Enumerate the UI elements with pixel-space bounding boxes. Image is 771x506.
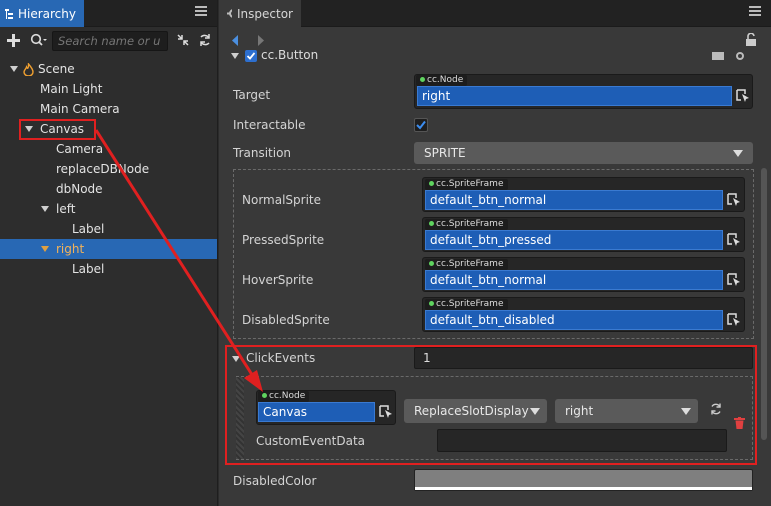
hover-sprite-label: HoverSprite bbox=[242, 273, 314, 287]
tree-item-label: left bbox=[56, 202, 76, 216]
tree-item-label-right[interactable]: Label bbox=[0, 259, 217, 279]
pressed-sprite-field[interactable]: default_btn_pressed bbox=[425, 230, 723, 250]
type-tag-text: cc.SpriteFrame bbox=[436, 259, 504, 269]
add-icon[interactable] bbox=[7, 34, 20, 47]
target-label: Target bbox=[233, 88, 271, 102]
hierarchy-panel: Hierarchy Scene Main Light Main Camera C… bbox=[0, 0, 218, 506]
tree-item-label: Main Light bbox=[40, 82, 103, 96]
tree-item-main-camera[interactable]: Main Camera bbox=[0, 99, 217, 119]
alpha-bar bbox=[415, 487, 752, 490]
expand-arrow-icon[interactable] bbox=[10, 66, 18, 72]
chevron-down-icon bbox=[733, 150, 743, 157]
refresh-icon[interactable] bbox=[198, 33, 212, 47]
forward-arrow-icon[interactable] bbox=[257, 35, 265, 46]
tree-item-label: Label bbox=[72, 222, 105, 236]
target-field[interactable]: right bbox=[417, 86, 732, 106]
tab-hierarchy-label: Hierarchy bbox=[17, 6, 76, 21]
tab-inspector[interactable]: Inspector bbox=[219, 0, 301, 27]
tree-item-camera[interactable]: Camera bbox=[0, 139, 217, 159]
pick-node-icon[interactable] bbox=[735, 88, 751, 104]
hierarchy-icon bbox=[5, 8, 13, 19]
hierarchy-header: Hierarchy bbox=[0, 0, 217, 27]
tab-inspector-label: Inspector bbox=[237, 6, 293, 21]
type-tag-text: cc.SpriteFrame bbox=[436, 179, 504, 189]
check-icon bbox=[246, 52, 256, 60]
tree-item-label: Scene bbox=[38, 62, 75, 76]
pick-asset-icon[interactable] bbox=[726, 312, 742, 328]
normal-sprite-field[interactable]: default_btn_normal bbox=[425, 190, 723, 210]
tree-item-scene[interactable]: Scene bbox=[0, 59, 217, 79]
tree-item-label: Label bbox=[72, 262, 105, 276]
component-doc-icon[interactable] bbox=[712, 51, 724, 61]
tree-item-main-light[interactable]: Main Light bbox=[0, 79, 217, 99]
hover-sprite-field[interactable]: default_btn_normal bbox=[425, 270, 723, 290]
search-input-wrap bbox=[52, 31, 168, 51]
click-events-highlight-box bbox=[225, 345, 757, 465]
type-tag: cc.SpriteFrame bbox=[425, 299, 508, 310]
interactable-checkbox[interactable] bbox=[414, 118, 428, 132]
component-name: cc.Button bbox=[261, 48, 319, 62]
component-enabled-checkbox[interactable] bbox=[245, 50, 257, 62]
scene-flame-icon bbox=[23, 62, 34, 76]
tab-hierarchy[interactable]: Hierarchy bbox=[0, 0, 84, 27]
expand-arrow-icon[interactable] bbox=[41, 246, 49, 252]
tree-item-dbnode[interactable]: dbNode bbox=[0, 179, 217, 199]
tree-item-right[interactable]: right bbox=[0, 239, 217, 259]
component-header: cc.Button bbox=[219, 48, 759, 64]
type-tag: cc.SpriteFrame bbox=[425, 219, 508, 230]
tree-item-label: right bbox=[56, 242, 85, 256]
node-dot-icon bbox=[420, 77, 425, 82]
interactable-label: Interactable bbox=[233, 118, 306, 132]
transition-select[interactable]: SPRITE bbox=[414, 142, 753, 164]
check-icon bbox=[416, 120, 426, 130]
hierarchy-toolbar bbox=[0, 28, 217, 54]
type-tag: cc.SpriteFrame bbox=[425, 259, 508, 270]
tree-item-label-left[interactable]: Label bbox=[0, 219, 217, 239]
search-filter-icon[interactable] bbox=[30, 33, 48, 47]
back-arrow-icon[interactable] bbox=[231, 35, 239, 46]
pick-asset-icon[interactable] bbox=[726, 192, 742, 208]
tree-item-label: replaceDBNode bbox=[56, 162, 150, 176]
expand-arrow-icon[interactable] bbox=[41, 206, 49, 212]
tree-item-label: Main Camera bbox=[40, 102, 120, 116]
expand-arrow-icon[interactable] bbox=[231, 53, 239, 59]
tree-item-left[interactable]: left bbox=[0, 199, 217, 219]
pick-asset-icon[interactable] bbox=[726, 232, 742, 248]
disabled-color-swatch[interactable] bbox=[414, 469, 753, 491]
pressed-sprite-label: PressedSprite bbox=[242, 233, 325, 247]
tree-item-replacedbnode[interactable]: replaceDBNode bbox=[0, 159, 217, 179]
lock-icon[interactable] bbox=[745, 33, 758, 46]
hierarchy-menu-icon[interactable] bbox=[195, 6, 207, 16]
disabled-sprite-label: DisabledSprite bbox=[242, 313, 330, 327]
disabled-sprite-field[interactable]: default_btn_disabled bbox=[425, 310, 723, 330]
normal-sprite-label: NormalSprite bbox=[242, 193, 322, 207]
transition-select-value: SPRITE bbox=[424, 146, 466, 160]
component-settings-icon[interactable] bbox=[734, 50, 746, 62]
type-tag-text: cc.SpriteFrame bbox=[436, 219, 504, 229]
asset-dot-icon bbox=[429, 221, 434, 226]
tree-item-label: Camera bbox=[56, 142, 104, 156]
disabled-color-label: DisabledColor bbox=[233, 474, 317, 488]
canvas-highlight-box bbox=[19, 119, 96, 140]
tree-item-label: dbNode bbox=[56, 182, 103, 196]
type-tag: cc.SpriteFrame bbox=[425, 179, 508, 190]
gear-icon bbox=[227, 9, 233, 18]
type-tag-text: cc.Node bbox=[427, 75, 464, 85]
inspector-menu-icon[interactable] bbox=[749, 6, 761, 16]
collapse-all-icon[interactable] bbox=[176, 33, 190, 47]
type-tag: cc.Node bbox=[416, 75, 468, 86]
transition-label: Transition bbox=[233, 146, 292, 160]
asset-dot-icon bbox=[429, 181, 434, 186]
inspector-header: Inspector bbox=[219, 0, 771, 27]
asset-dot-icon bbox=[429, 301, 434, 306]
type-tag-text: cc.SpriteFrame bbox=[436, 299, 504, 309]
search-input[interactable] bbox=[53, 32, 163, 50]
pick-asset-icon[interactable] bbox=[726, 272, 742, 288]
inspector-scrollbar[interactable] bbox=[761, 168, 767, 440]
asset-dot-icon bbox=[429, 261, 434, 266]
